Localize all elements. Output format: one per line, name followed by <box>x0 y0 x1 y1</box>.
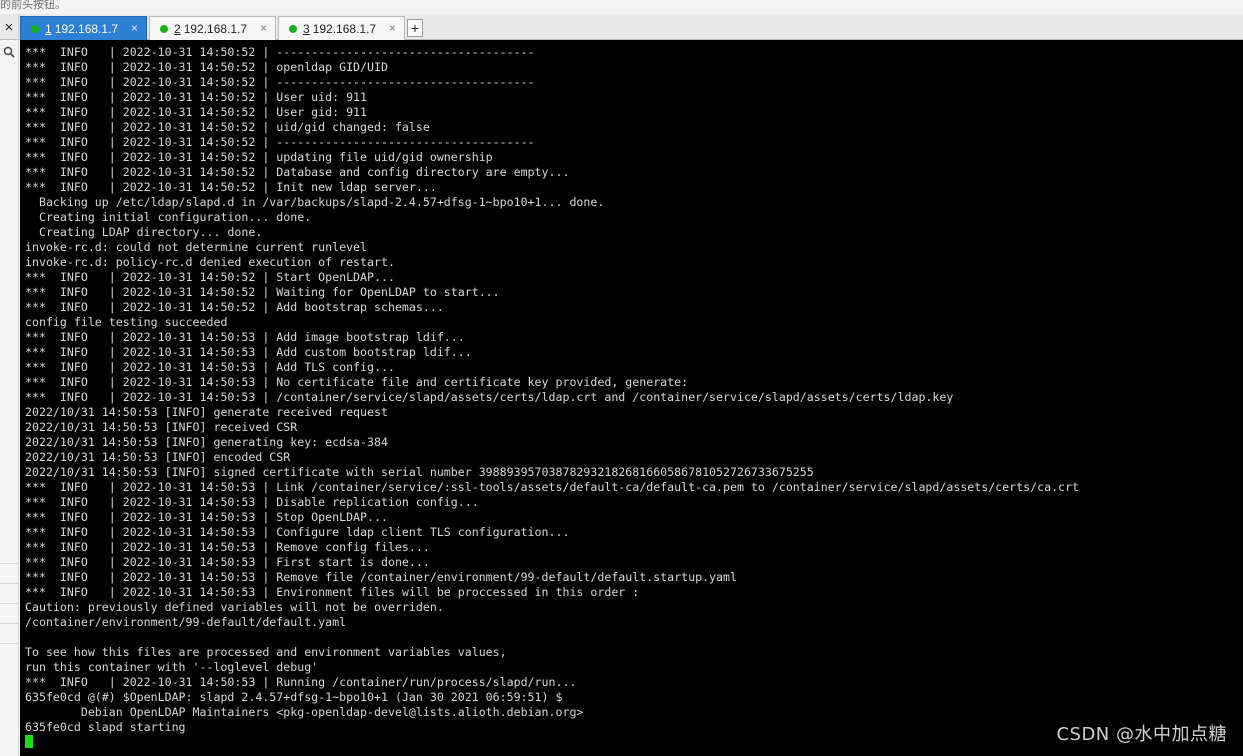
terminal-line: 635fe0cd @(#) $OpenLDAP: slapd 2.4.57+df… <box>25 690 563 704</box>
tab-session-3[interactable]: 3 192.168.1.7 × <box>278 16 405 40</box>
terminal-line: *** INFO | 2022-10-31 14:50:53 | First s… <box>25 555 430 569</box>
terminal-line: config file testing succeeded <box>25 315 228 329</box>
connected-status-icon <box>289 24 297 33</box>
terminal-line: *** INFO | 2022-10-31 14:50:52 | openlda… <box>25 60 388 74</box>
terminal-line: invoke-rc.d: policy-rc.d denied executio… <box>25 255 395 269</box>
terminal-line: *** INFO | 2022-10-31 14:50:53 | Link /c… <box>25 480 1079 494</box>
connected-status-icon <box>31 24 39 33</box>
tab-title: 192.168.1.7 <box>54 21 119 36</box>
cursor-icon <box>25 735 33 748</box>
terminal-line: *** INFO | 2022-10-31 14:50:53 | Add ima… <box>25 330 465 344</box>
terminal-line: Caution: previously defined variables wi… <box>25 600 444 614</box>
terminal-line: *** INFO | 2022-10-31 14:50:52 | Start O… <box>25 270 395 284</box>
terminal-line: 2022/10/31 14:50:53 [INFO] generating ke… <box>25 435 388 449</box>
terminal-line: Creating initial configuration... done. <box>25 210 312 224</box>
terminal-line: *** INFO | 2022-10-31 14:50:53 | Disable… <box>25 495 479 509</box>
terminal-line: *** INFO | 2022-10-31 14:50:52 | Waiting… <box>25 285 500 299</box>
terminal-line: *** INFO | 2022-10-31 14:50:52 | User gi… <box>25 105 368 119</box>
tab-close-icon[interactable]: × <box>131 21 138 35</box>
terminal-line: *** INFO | 2022-10-31 14:50:53 | Configu… <box>25 525 570 539</box>
tab-number: 3 <box>303 21 310 36</box>
tab-session-2[interactable]: 2 192.168.1.7 × <box>149 16 276 40</box>
terminal-line: 2022/10/31 14:50:53 [INFO] received CSR <box>25 420 298 434</box>
terminal-line: Debian OpenLDAP Maintainers <pkg-openlda… <box>25 705 584 719</box>
terminal-line: *** INFO | 2022-10-31 14:50:52 | -------… <box>25 45 535 59</box>
terminal-line: *** INFO | 2022-10-31 14:50:53 | No cert… <box>25 375 689 389</box>
sidebar-divider <box>0 563 18 564</box>
terminal-line: *** INFO | 2022-10-31 14:50:53 | Running… <box>25 675 577 689</box>
terminal-line: Creating LDAP directory... done. <box>25 225 263 239</box>
terminal-line: *** INFO | 2022-10-31 14:50:52 | Databas… <box>25 165 570 179</box>
session-sidebar <box>0 40 19 756</box>
tab-session-1[interactable]: 1 192.168.1.7 × <box>20 16 147 40</box>
sidebar-divider <box>0 603 18 604</box>
sidebar-divider <box>0 623 18 624</box>
terminal-line: *** INFO | 2022-10-31 14:50:53 | Add cus… <box>25 345 472 359</box>
terminal-line: *** INFO | 2022-10-31 14:50:53 | Stop Op… <box>25 510 388 524</box>
terminal-line: *** INFO | 2022-10-31 14:50:53 | Add TLS… <box>25 360 395 374</box>
terminal-line: /container/environment/99-default/defaul… <box>25 615 347 629</box>
session-tab-bar: × 1 192.168.1.7 × 2 192.168.1.7 × 3 192.… <box>0 14 1243 40</box>
window-caption-fragment: 的前头按钮。 <box>0 0 1243 14</box>
watermark: CSDN @水中加点糖 <box>1056 724 1227 745</box>
terminal-line: *** INFO | 2022-10-31 14:50:52 | User ui… <box>25 90 368 104</box>
terminal-line: 2022/10/31 14:50:53 [INFO] signed certif… <box>25 465 814 479</box>
terminal-line: run this container with '--loglevel debu… <box>25 660 319 674</box>
terminal-line: *** INFO | 2022-10-31 14:50:52 | Init ne… <box>25 180 437 194</box>
terminal-line: *** INFO | 2022-10-31 14:50:52 | Add boo… <box>25 300 444 314</box>
tab-close-icon[interactable]: × <box>389 21 396 35</box>
terminal-line: *** INFO | 2022-10-31 14:50:53 | /contai… <box>25 390 954 404</box>
tab-title: 192.168.1.7 <box>183 21 248 36</box>
close-session-icon[interactable]: × <box>0 14 19 40</box>
terminal-line: 2022/10/31 14:50:53 [INFO] encoded CSR <box>25 450 291 464</box>
terminal-line: *** INFO | 2022-10-31 14:50:52 | updatin… <box>25 150 493 164</box>
terminal-line: *** INFO | 2022-10-31 14:50:53 | Remove … <box>25 540 430 554</box>
terminal-line: *** INFO | 2022-10-31 14:50:53 | Remove … <box>25 570 737 584</box>
search-icon[interactable] <box>0 43 18 61</box>
terminal-line: *** INFO | 2022-10-31 14:50:53 | Environ… <box>25 585 640 599</box>
terminal-line: 2022/10/31 14:50:53 [INFO] generate rece… <box>25 405 388 419</box>
terminal-output[interactable]: *** INFO | 2022-10-31 14:50:52 | -------… <box>20 40 1243 756</box>
tab-number: 2 <box>174 21 181 36</box>
terminal-line: *** INFO | 2022-10-31 14:50:52 | -------… <box>25 135 535 149</box>
new-tab-button[interactable]: + <box>407 19 423 37</box>
tab-title: 192.168.1.7 <box>312 21 377 36</box>
tab-close-icon[interactable]: × <box>260 21 267 35</box>
terminal-line: Backing up /etc/ldap/slapd.d in /var/bac… <box>25 195 605 209</box>
terminal-line: *** INFO | 2022-10-31 14:50:52 | -------… <box>25 75 535 89</box>
tab-number: 1 <box>45 21 52 36</box>
connected-status-icon <box>160 24 168 33</box>
terminal-line: To see how this files are processed and … <box>25 645 507 659</box>
terminal-line: invoke-rc.d: could not determine current… <box>25 240 368 254</box>
sidebar-divider <box>0 643 18 644</box>
terminal-line: *** INFO | 2022-10-31 14:50:52 | uid/gid… <box>25 120 430 134</box>
sidebar-divider <box>0 583 18 584</box>
